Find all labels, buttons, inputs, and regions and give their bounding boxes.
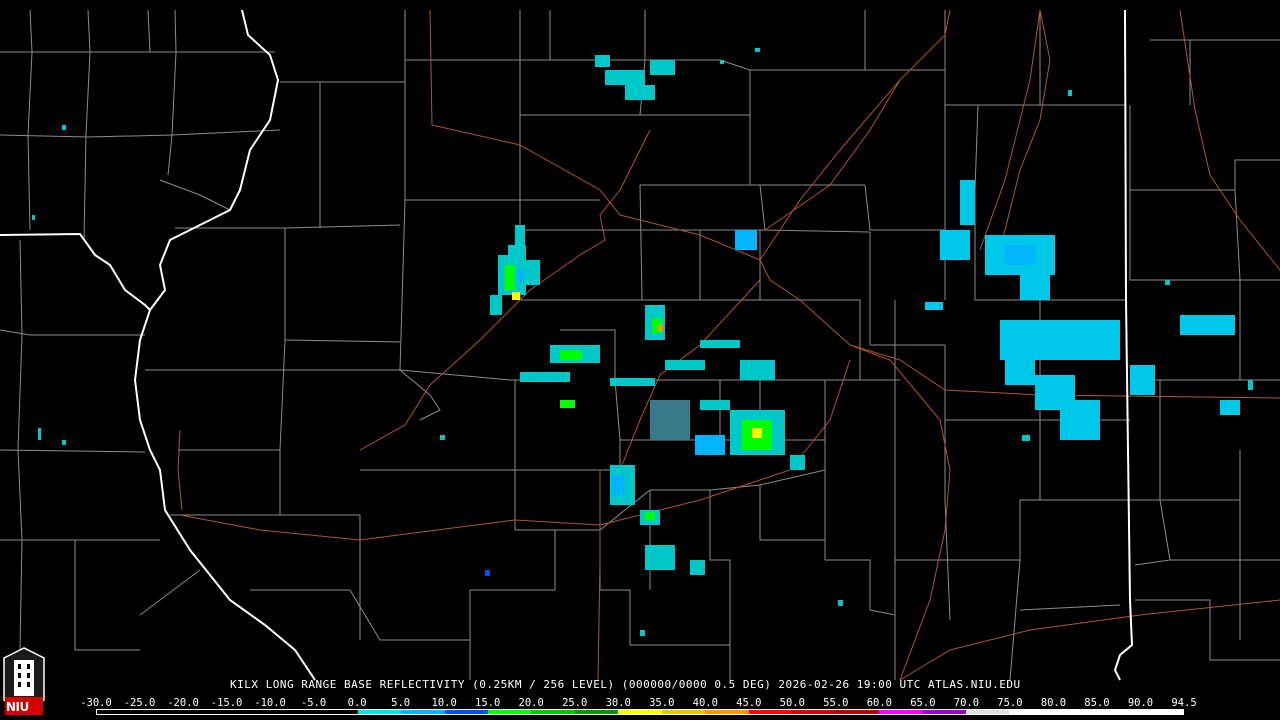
echo-cluster-northwest [490,225,540,315]
scale-label: -20.0 [167,697,199,709]
scale-label: -10.0 [254,697,286,709]
scale-label: 94.5 [1171,697,1197,709]
colorbar-segment [401,710,445,714]
colorbar-segment [574,710,619,714]
scale-label: 45.0 [736,697,762,709]
scale-label: 15.0 [475,697,501,709]
colorbar-segment [270,710,315,714]
dbz-scale-labels: -30.0 -25.0 -20.0 -15.0 -10.0 -5.0 0.0 5.0 10.0 1… [80,697,1196,709]
scale-label: -15.0 [210,697,243,709]
scale-label: 35.0 [649,697,675,709]
echo-cluster-north [595,55,675,100]
colorbar-segment [922,710,966,714]
colorbar-segment [314,710,358,714]
scale-label: 30.0 [605,697,631,709]
scale-label: 20.0 [518,697,544,709]
colorbar-segment [444,710,488,714]
colorbar-segment [705,710,749,714]
scale-label: 25.0 [562,697,588,709]
radar-echoes [32,48,1253,636]
dbz-colorbar [96,709,1184,715]
colorbar-segment [183,710,228,714]
scale-label: 0.0 [347,697,367,709]
radar-map [0,9,1280,715]
scale-label: 55.0 [823,697,849,709]
scale-label: 10.0 [431,697,457,709]
scale-label: 60.0 [866,697,893,709]
colorbar-segment [140,710,184,714]
scale-label: 5.0 [391,697,411,709]
colorbar-segment [1139,710,1183,714]
colorbar-segment [878,710,923,714]
scale-label: 80.0 [1040,697,1067,709]
colorbar-segment [748,710,792,714]
scale-label: 90.0 [1127,697,1154,709]
scale-label: 50.0 [779,697,805,709]
colorbar-segment [1052,710,1097,714]
colorbar-segment [792,710,836,714]
colorbar-segment [487,710,532,714]
scale-label: 70.0 [953,697,980,709]
colorbar-segment [357,710,402,714]
scale-label: 40.0 [692,697,718,709]
echo-cluster-east [925,180,1240,440]
colorbar-segment [97,710,141,714]
colorbar-segment [1009,710,1053,714]
colorbar-segment [835,710,879,714]
colorbar-segment [1096,710,1140,714]
colorbar-segment [227,710,271,714]
scale-label: -30.0 [80,697,112,709]
colorbar-segment [531,710,575,714]
colorbar-segment [618,710,662,714]
scale-label: 75.0 [997,697,1023,709]
colorbar-segment [661,710,706,714]
scale-label: -5.0 [300,697,327,709]
scale-label: 65.0 [910,697,936,709]
scale-label: 85.0 [1084,697,1110,709]
product-caption: KILX LONG RANGE BASE REFLECTIVITY (0.25K… [230,678,1021,691]
niu-logo-text: NIU [6,700,29,714]
scale-label: -25.0 [123,697,156,709]
colorbar-segment [965,710,1010,714]
